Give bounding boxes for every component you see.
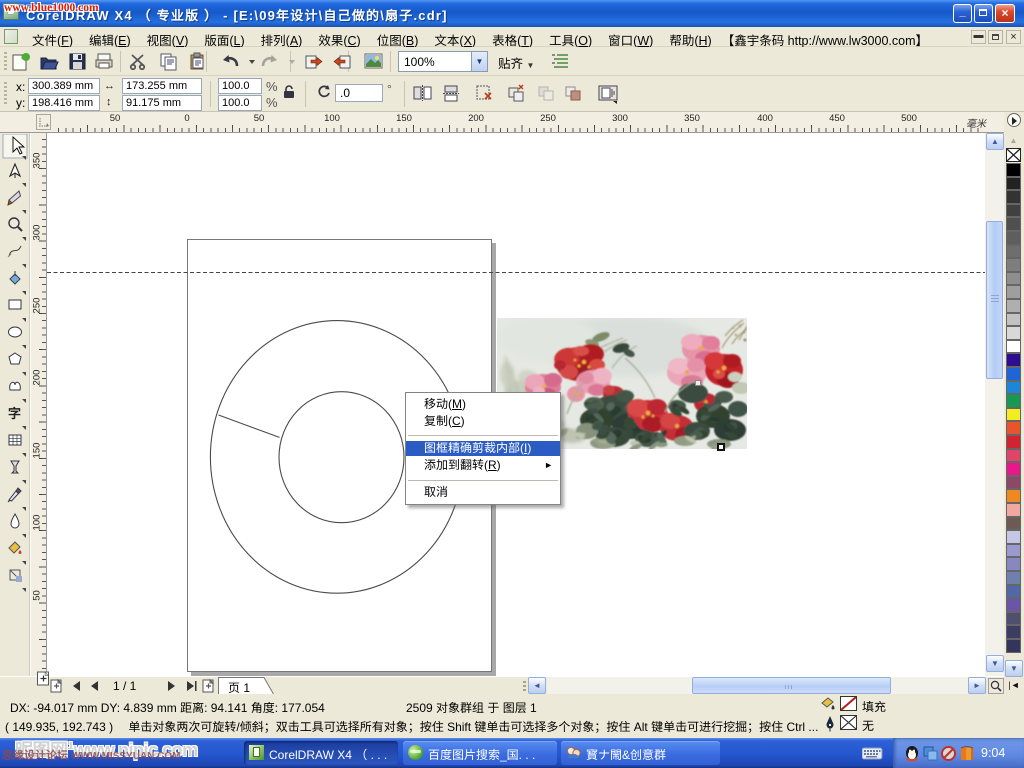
svg-text:字: 字 bbox=[8, 403, 21, 422]
